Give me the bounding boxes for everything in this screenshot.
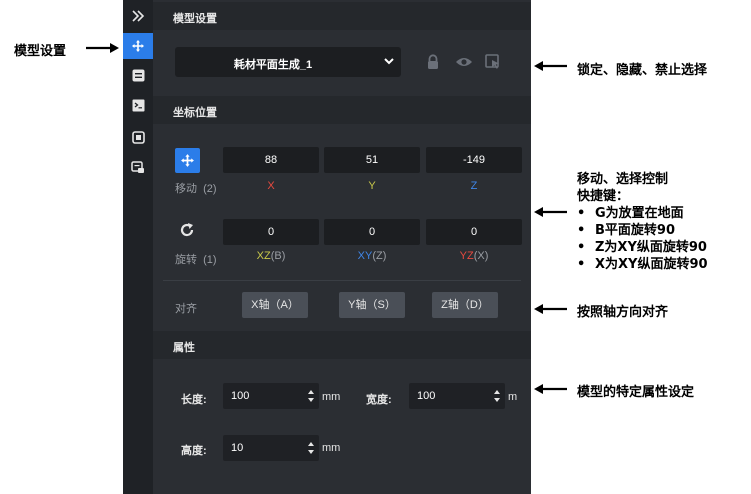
preview-icon [131, 130, 145, 144]
annotation-model-props: 模型的特定属性设定 [577, 385, 695, 400]
rotate-label: 旋转 (1) [175, 254, 217, 266]
z-axis-label: Z [470, 180, 478, 192]
section-title: 属性 [173, 342, 195, 354]
width-input[interactable]: 100 [409, 383, 505, 409]
length-value: 100 [231, 390, 250, 402]
expand-sidebar-button[interactable] [123, 3, 153, 29]
divider [163, 280, 521, 281]
align-y-button[interactable]: Y轴（S） [339, 292, 405, 318]
move-arrows-icon [132, 40, 144, 52]
arrow-left-icon [534, 384, 567, 394]
model-select-value: 耗材平面生成_1 [233, 59, 313, 71]
properties-panel: 模型设置 耗材平面生成_1 坐标位置 移动 (2) 88 51 -149 X Y… [153, 0, 531, 494]
chevron-down-icon [384, 58, 394, 65]
arrow-left-icon [534, 207, 567, 217]
move-x-value[interactable]: 88 [223, 147, 319, 173]
height-label: 高度: [181, 445, 207, 457]
annotation-model-settings: 模型设置 [14, 44, 67, 59]
arrow-left-icon [534, 304, 567, 314]
width-value: 100 [417, 390, 436, 402]
yz-axis-label: YZ(X) [459, 250, 489, 262]
spinner-icon[interactable] [307, 387, 315, 405]
tool-layers-button[interactable] [123, 154, 153, 180]
section-title: 模型设置 [173, 13, 217, 25]
tool-sidebar [123, 0, 153, 494]
move-z-value[interactable]: -149 [426, 147, 522, 173]
spinner-icon[interactable] [493, 387, 501, 405]
move-arrows-icon [181, 154, 194, 167]
arrow-right-icon [86, 43, 119, 53]
length-label: 长度: [181, 394, 207, 406]
width-unit: m [508, 391, 518, 403]
height-unit: mm [322, 442, 341, 454]
terminal-icon [132, 99, 144, 111]
model-select-dropdown[interactable]: 耗材平面生成_1 [175, 47, 401, 77]
align-label: 对齐 [175, 303, 197, 315]
move-label: 移动 (2) [175, 183, 217, 195]
double-chevron-right-icon [132, 10, 145, 22]
section-header-position: 坐标位置 [153, 96, 531, 124]
y-axis-label: Y [368, 180, 376, 192]
tool-preview-button[interactable] [123, 124, 153, 150]
tool-terminal-button[interactable] [123, 92, 153, 118]
eye-icon[interactable] [455, 55, 473, 69]
x-axis-label: X [267, 180, 275, 192]
height-value: 10 [231, 442, 244, 454]
xy-axis-label: XY(Z) [357, 250, 387, 262]
tool-settings-button[interactable] [123, 62, 153, 88]
arrow-left-icon [534, 61, 567, 71]
section-header-properties: 属性 [153, 331, 531, 359]
annotation-move-select: 移动、选择控制 快捷键： • G为放置在地面 • B平面旋转90 • Z为XY纵面旋转… [577, 172, 708, 272]
rotate-xz-value[interactable]: 0 [223, 219, 319, 245]
rotate-xy-value[interactable]: 0 [324, 219, 420, 245]
move-y-value[interactable]: 51 [324, 147, 420, 173]
rotate-yz-value[interactable]: 0 [426, 219, 522, 245]
xz-axis-label: XZ(B) [256, 250, 286, 262]
align-x-button[interactable]: X轴（A） [242, 292, 308, 318]
sliders-icon [132, 69, 144, 81]
disable-select-icon[interactable] [485, 54, 501, 70]
spinner-icon[interactable] [307, 439, 315, 457]
length-input[interactable]: 100 [223, 383, 319, 409]
tool-move-button[interactable] [123, 33, 153, 59]
rotate-icon[interactable] [179, 222, 195, 238]
length-unit: mm [322, 391, 341, 403]
move-tool-button[interactable] [175, 148, 200, 173]
width-label: 宽度: [366, 394, 392, 406]
section-title: 坐标位置 [173, 107, 217, 119]
annotation-align-axis: 按照轴方向对齐 [577, 305, 669, 320]
align-z-button[interactable]: Z轴（D） [432, 292, 498, 318]
annotation-lock-hide: 锁定、隐藏、禁止选择 [577, 63, 708, 78]
section-header-model-settings: 模型设置 [153, 2, 531, 30]
layers-icon [131, 160, 144, 173]
lock-icon[interactable] [426, 54, 440, 70]
height-input[interactable]: 10 [223, 435, 319, 461]
